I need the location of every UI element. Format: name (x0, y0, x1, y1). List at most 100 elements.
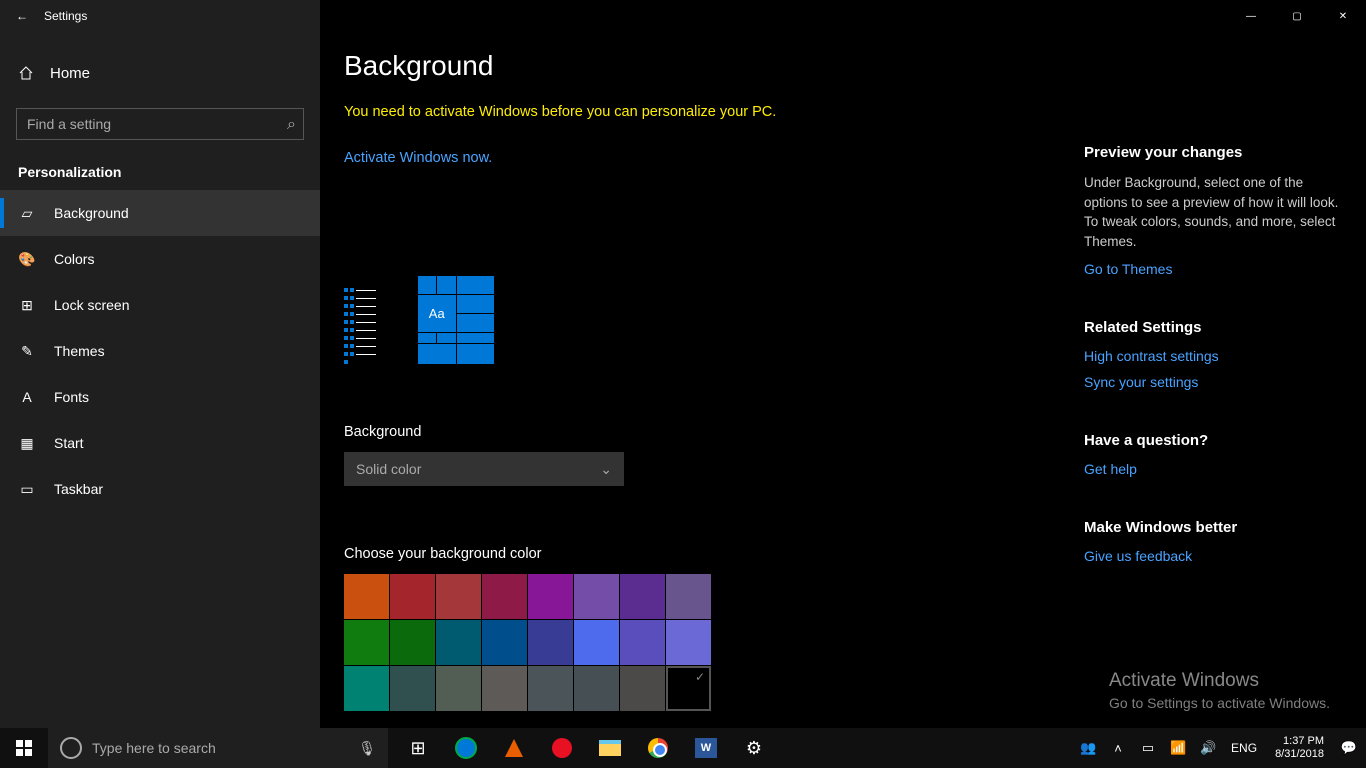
get-help-link[interactable]: Get help (1084, 461, 1344, 477)
word-app[interactable]: W (684, 728, 728, 768)
color-swatch[interactable] (390, 620, 435, 665)
search-placeholder: Type here to search (92, 740, 216, 756)
color-swatch[interactable] (482, 620, 527, 665)
activation-watermark: Activate Windows Go to Settings to activ… (1109, 668, 1330, 714)
feedback-link[interactable]: Give us feedback (1084, 548, 1344, 564)
minimize-button[interactable]: — (1228, 0, 1274, 32)
start-icon: ▦ (18, 435, 36, 452)
sidebar-item-taskbar[interactable]: ▭Taskbar (0, 466, 320, 512)
preview-taskbar-icon (344, 288, 376, 364)
color-swatch[interactable] (482, 666, 527, 711)
color-swatch[interactable] (344, 620, 389, 665)
sidebar-item-lock-screen[interactable]: ⊞Lock screen (0, 282, 320, 328)
activate-link[interactable]: Activate Windows now. (344, 150, 1084, 166)
related-heading: Related Settings (1084, 319, 1344, 336)
question-heading: Have a question? (1084, 432, 1344, 449)
color-swatch[interactable] (436, 574, 481, 619)
taskbar-icon: ▭ (18, 481, 36, 498)
color-swatch[interactable] (528, 666, 573, 711)
taskbar-apps: ⊞ W ⚙ (396, 728, 776, 768)
themes-icon: ✎ (18, 343, 36, 360)
color-swatch[interactable] (528, 574, 573, 619)
tray-chevron-icon[interactable]: ˄ (1107, 728, 1129, 768)
watermark-title: Activate Windows (1109, 668, 1330, 695)
start-button[interactable] (0, 728, 48, 768)
taskbar: Type here to search 🎙 ⊞ W ⚙ 👥 ˄ ▭ 📶 🔊 EN… (0, 728, 1366, 768)
color-swatch[interactable] (620, 666, 665, 711)
maximize-button[interactable]: ▢ (1274, 0, 1320, 32)
search-wrap: ⌕ (16, 108, 304, 140)
page-title: Background (344, 50, 1084, 82)
settings-app[interactable]: ⚙ (732, 728, 776, 768)
content-column: Background You need to activate Windows … (344, 50, 1084, 728)
vlc-app[interactable] (492, 728, 536, 768)
clock[interactable]: 1:37 PM 8/31/2018 (1269, 735, 1330, 761)
file-explorer-app[interactable] (588, 728, 632, 768)
cortana-icon (60, 737, 82, 759)
color-swatch[interactable] (528, 620, 573, 665)
color-swatch[interactable] (390, 666, 435, 711)
color-swatch[interactable] (482, 574, 527, 619)
home-button[interactable]: Home (0, 50, 320, 96)
action-center-icon[interactable]: 💬 (1338, 728, 1360, 768)
nav-label: Colors (54, 251, 94, 267)
chevron-down-icon: ⌄ (600, 461, 612, 478)
opera-app[interactable] (540, 728, 584, 768)
sidebar-item-fonts[interactable]: A Fonts (0, 374, 320, 420)
color-swatch[interactable] (666, 666, 711, 711)
titlebar: ← Settings — ▢ ✕ (0, 0, 1366, 32)
sidebar-item-themes[interactable]: ✎ Themes (0, 328, 320, 374)
dropdown-value: Solid color (356, 461, 421, 477)
taskbar-search[interactable]: Type here to search 🎙 (48, 728, 388, 768)
background-dropdown[interactable]: Solid color ⌄ (344, 452, 624, 486)
mic-icon[interactable]: 🎙 (358, 740, 376, 757)
sidebar: Home ⌕ Personalization ▱Background 🎨 Color… (0, 0, 320, 728)
color-swatch[interactable] (574, 574, 619, 619)
chrome-app[interactable] (636, 728, 680, 768)
color-swatch[interactable] (436, 666, 481, 711)
nav-label: Fonts (54, 389, 89, 405)
task-view-button[interactable]: ⊞ (396, 728, 440, 768)
preview-heading: Preview your changes (1084, 144, 1344, 161)
nav-label: Background (54, 205, 129, 221)
color-swatch[interactable] (666, 574, 711, 619)
color-swatch[interactable] (620, 574, 665, 619)
desktop-preview: Aa (344, 276, 1084, 364)
palette-icon: 🎨 (18, 251, 36, 268)
system-tray: 👥 ˄ ▭ 📶 🔊 ENG 1:37 PM 8/31/2018 💬 (1077, 728, 1366, 768)
themes-link[interactable]: Go to Themes (1084, 261, 1344, 277)
windows-icon (16, 740, 32, 756)
color-swatch[interactable] (390, 574, 435, 619)
preview-start-tiles: Aa (418, 276, 494, 364)
color-swatch[interactable] (620, 620, 665, 665)
sidebar-item-start[interactable]: ▦Start (0, 420, 320, 466)
color-swatch[interactable] (574, 620, 619, 665)
sync-settings-link[interactable]: Sync your settings (1084, 374, 1344, 390)
battery-icon[interactable]: ▭ (1137, 728, 1159, 768)
section-title: Personalization (0, 140, 320, 190)
search-input[interactable] (16, 108, 304, 140)
clock-time: 1:37 PM (1275, 735, 1324, 748)
volume-icon[interactable]: 🔊 (1197, 728, 1219, 768)
activation-warning: You need to activate Windows before you … (344, 104, 1084, 120)
window-controls: — ▢ ✕ (1228, 0, 1366, 32)
sidebar-item-background[interactable]: ▱Background (0, 190, 320, 236)
high-contrast-link[interactable]: High contrast settings (1084, 348, 1344, 364)
window-title: ← Settings (0, 9, 87, 23)
color-swatch[interactable] (344, 666, 389, 711)
color-swatch[interactable] (574, 666, 619, 711)
close-button[interactable]: ✕ (1320, 0, 1366, 32)
watermark-sub: Go to Settings to activate Windows. (1109, 694, 1330, 714)
language-indicator[interactable]: ENG (1227, 741, 1261, 755)
sidebar-item-colors[interactable]: 🎨 Colors (0, 236, 320, 282)
edge-app[interactable] (444, 728, 488, 768)
font-icon: A (18, 389, 36, 405)
people-icon[interactable]: 👥 (1077, 728, 1099, 768)
wifi-icon[interactable]: 📶 (1167, 728, 1189, 768)
color-swatch[interactable] (666, 620, 711, 665)
color-swatch[interactable] (436, 620, 481, 665)
nav-label: Themes (54, 343, 105, 359)
main-area: Background You need to activate Windows … (320, 0, 1366, 728)
title-text: Settings (44, 9, 87, 23)
color-swatch[interactable] (344, 574, 389, 619)
